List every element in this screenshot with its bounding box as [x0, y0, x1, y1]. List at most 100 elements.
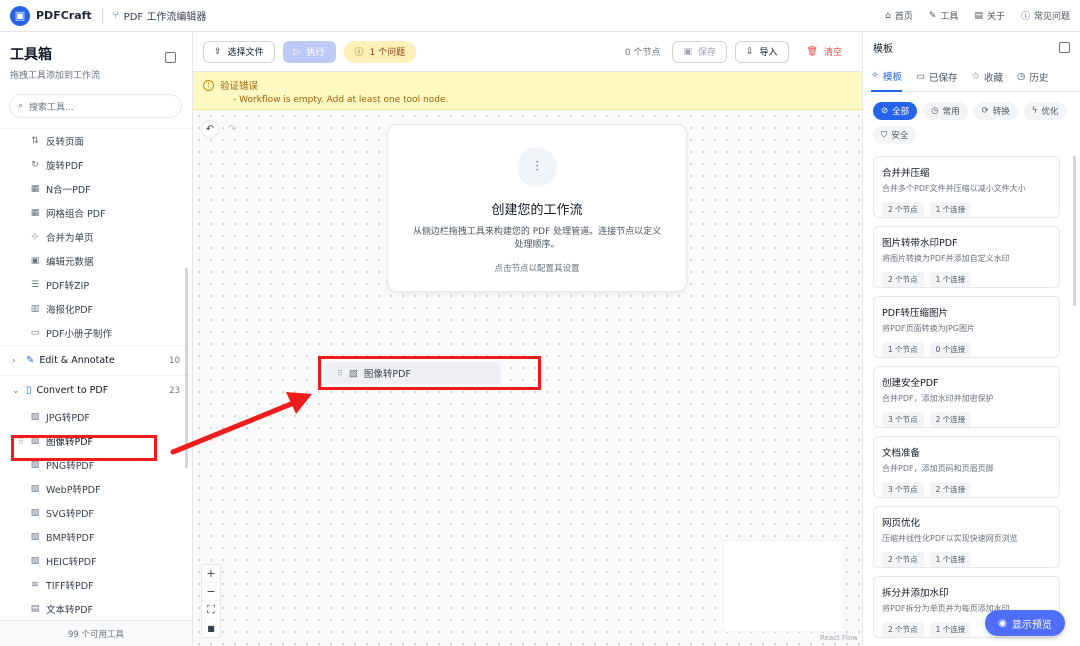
tool-item[interactable]: ☰ PDF转ZIP: [0, 273, 192, 297]
zoom-out-button[interactable]: −: [202, 583, 220, 601]
clear-button[interactable]: 🗑 清空: [796, 40, 852, 63]
template-card[interactable]: 合并并压缩 合并多个PDF文件并压缩以减小文件大小 2 个节点 1 个连接: [873, 156, 1060, 218]
nav-home[interactable]: ⌂ 首页: [885, 9, 913, 23]
chip-all[interactable]: ⊘ 全部: [873, 102, 918, 120]
tool-item[interactable]: ▣ 编辑元数据: [0, 249, 192, 273]
drag-handle-icon[interactable]: ⠿: [18, 437, 24, 446]
select-file-button[interactable]: ⇪ 选择文件: [203, 40, 275, 63]
tool-item[interactable]: ≋ TIFF转PDF: [0, 573, 192, 597]
app-name[interactable]: PDFCraft: [36, 9, 92, 22]
chip-optimize[interactable]: ϟ 优化: [1023, 102, 1067, 120]
zoom-in-button[interactable]: +: [202, 565, 220, 583]
tool-item[interactable]: ▭ PDF小册子制作: [0, 321, 192, 345]
template-card[interactable]: 网页优化 压缩并线性化PDF以实现快速网页浏览 2 个节点 1 个连接: [873, 506, 1060, 568]
fit-view-button[interactable]: ⛶: [202, 601, 220, 619]
tool-item[interactable]: ▨ HEIC转PDF: [0, 549, 192, 573]
tool-search-input[interactable]: ⌕ 搜索工具...: [9, 94, 182, 118]
tool-item[interactable]: ⊹ 合并为单页: [0, 225, 192, 249]
image-icon: ▨: [30, 508, 40, 518]
chip-popular[interactable]: ◷ 常用: [923, 102, 968, 120]
shield-icon: ⛉: [881, 130, 888, 140]
pdfcraft-logo-icon[interactable]: ▣: [10, 5, 30, 26]
category-edit-annotate[interactable]: › ✎ Edit & Annotate 10: [0, 345, 192, 375]
issues-badge[interactable]: ⓘ 1 个问题: [343, 40, 417, 63]
tool-item[interactable]: ▨ PNG转PDF: [0, 453, 192, 477]
minimap[interactable]: [723, 540, 845, 632]
undo-button[interactable]: ↶: [201, 120, 219, 138]
template-card[interactable]: PDF转压缩图片 将PDF页面转换为JPG图片 1 个节点 0 个连接: [873, 296, 1060, 358]
chip-label: 转换: [992, 107, 1010, 117]
template-card[interactable]: 文档准备 合并PDF，添加页码和页眉页脚 3 个节点 2 个连接: [873, 436, 1060, 498]
lock-button[interactable]: ■: [202, 619, 220, 637]
panel-tabs: ✧ 模板 ▭ 已保存 ☆ 收藏 ◷ 历史: [863, 62, 1080, 92]
template-nodes: 3 个节点: [882, 482, 924, 497]
panel-scrollbar[interactable]: [1073, 156, 1076, 306]
tool-item-image-to-pdf[interactable]: ⠿ ▨ 图像转PDF: [0, 429, 192, 453]
tool-item[interactable]: ▨ JPG转PDF: [0, 405, 192, 429]
chip-security[interactable]: ⛉ 安全: [873, 126, 917, 144]
template-card[interactable]: 图片转带水印PDF 将图片转换为PDF并添加自定义水印 2 个节点 1 个连接: [873, 226, 1060, 288]
tool-item[interactable]: ▦ 网格组合 PDF: [0, 201, 192, 225]
search-placeholder: 搜索工具...: [29, 102, 74, 113]
category-count: 23: [169, 385, 180, 396]
tool-label: BMP转PDF: [46, 533, 95, 544]
undo-icon: ↶: [205, 123, 215, 135]
nav-faq-label: 常见问题: [1033, 12, 1070, 22]
tab-saved[interactable]: ▭ 已保存: [916, 62, 958, 92]
file-icon: ▯: [26, 385, 32, 396]
sidebar-scrollbar[interactable]: [185, 268, 188, 468]
redo-icon: ↷: [227, 123, 237, 135]
tool-item[interactable]: ▨ BMP转PDF: [0, 525, 192, 549]
clock-icon: ◷: [931, 106, 939, 116]
import-button[interactable]: ⇩ 导入: [734, 40, 789, 63]
tool-label: 海报化PDF: [46, 305, 94, 316]
chip-convert[interactable]: ⟳ 转换: [973, 102, 1018, 120]
tool-item[interactable]: ▦ N合一PDF: [0, 177, 192, 201]
collapse-panel-icon[interactable]: [1059, 41, 1070, 53]
tool-item[interactable]: ⇅ 反转页面: [0, 129, 192, 153]
dragging-node-preview[interactable]: ⠿ ▨ 图像转PDF: [325, 362, 501, 384]
nav-tools-label: 工具: [940, 12, 959, 22]
nav-about-label: 关于: [986, 12, 1005, 22]
fit-view-icon: ⛶: [207, 602, 215, 616]
tab-history[interactable]: ◷ 历史: [1017, 62, 1048, 92]
tab-favorites[interactable]: ☆ 收藏: [971, 62, 1003, 92]
template-links: 2 个连接: [929, 482, 972, 497]
validation-warning: ! 验证错误 - Workflow is empty. Add at least…: [193, 72, 862, 110]
warning-message: - Workflow is empty. Add at least one to…: [233, 95, 449, 105]
template-desc: 合并PDF，添加水印并加密保护: [882, 394, 994, 403]
image-icon: ▨: [348, 367, 358, 379]
redo-button[interactable]: ↷: [223, 120, 241, 138]
tab-templates[interactable]: ✧ 模板: [871, 62, 902, 92]
play-icon: ▷: [293, 46, 301, 57]
empty-state-hint: 点击节点以配置其设置: [494, 264, 580, 274]
collapse-sidebar-icon[interactable]: [165, 52, 176, 63]
workflow-canvas[interactable]: ↶ ↷ ⫶ 创建您的工作流 从侧边栏拖拽工具来构建您的 PDF 处理管道。连接节…: [193, 110, 862, 646]
empty-state-card: ⫶ 创建您的工作流 从侧边栏拖拽工具来构建您的 PDF 处理管道。连接节点以定义…: [387, 124, 687, 292]
home-icon: ⌂: [885, 10, 891, 21]
template-links: 1 个连接: [929, 272, 972, 287]
image-icon: ▨: [30, 460, 40, 470]
tool-label: N合一PDF: [46, 185, 91, 196]
template-links: 1 个连接: [929, 202, 972, 217]
tool-label: TIFF转PDF: [46, 581, 94, 592]
pencil-icon: ✎: [26, 355, 35, 366]
nav-tools[interactable]: ✎ 工具: [929, 9, 959, 23]
run-button[interactable]: ▷ 执行: [282, 40, 336, 63]
save-button[interactable]: ▣ 保存: [672, 40, 727, 63]
template-nodes: 2 个节点: [882, 272, 924, 287]
template-card[interactable]: 创建安全PDF 合并PDF，添加水印并加密保护 3 个节点 2 个连接: [873, 366, 1060, 428]
tool-item[interactable]: ↻ 旋转PDF: [0, 153, 192, 177]
category-convert-to-pdf[interactable]: ⌄ ▯ Convert to PDF 23: [0, 375, 192, 405]
chevron-down-icon: ⌄: [12, 385, 20, 396]
nav-about[interactable]: ▤ 关于: [974, 9, 1005, 23]
tool-item[interactable]: ▨ WebP转PDF: [0, 477, 192, 501]
tool-item[interactable]: ▨ SVG转PDF: [0, 501, 192, 525]
top-nav: ⌂ 首页 ✎ 工具 ▤ 关于 ⓘ 常见问题: [885, 9, 1070, 23]
react-flow-attribution[interactable]: React Flow: [820, 634, 858, 642]
tool-item[interactable]: ▤ 文本转PDF: [0, 597, 192, 620]
show-preview-button[interactable]: ◉ 显示预览: [985, 610, 1065, 636]
nav-faq[interactable]: ⓘ 常见问题: [1021, 9, 1070, 22]
poster-icon: ▥: [30, 304, 40, 314]
tool-item[interactable]: ▥ 海报化PDF: [0, 297, 192, 321]
